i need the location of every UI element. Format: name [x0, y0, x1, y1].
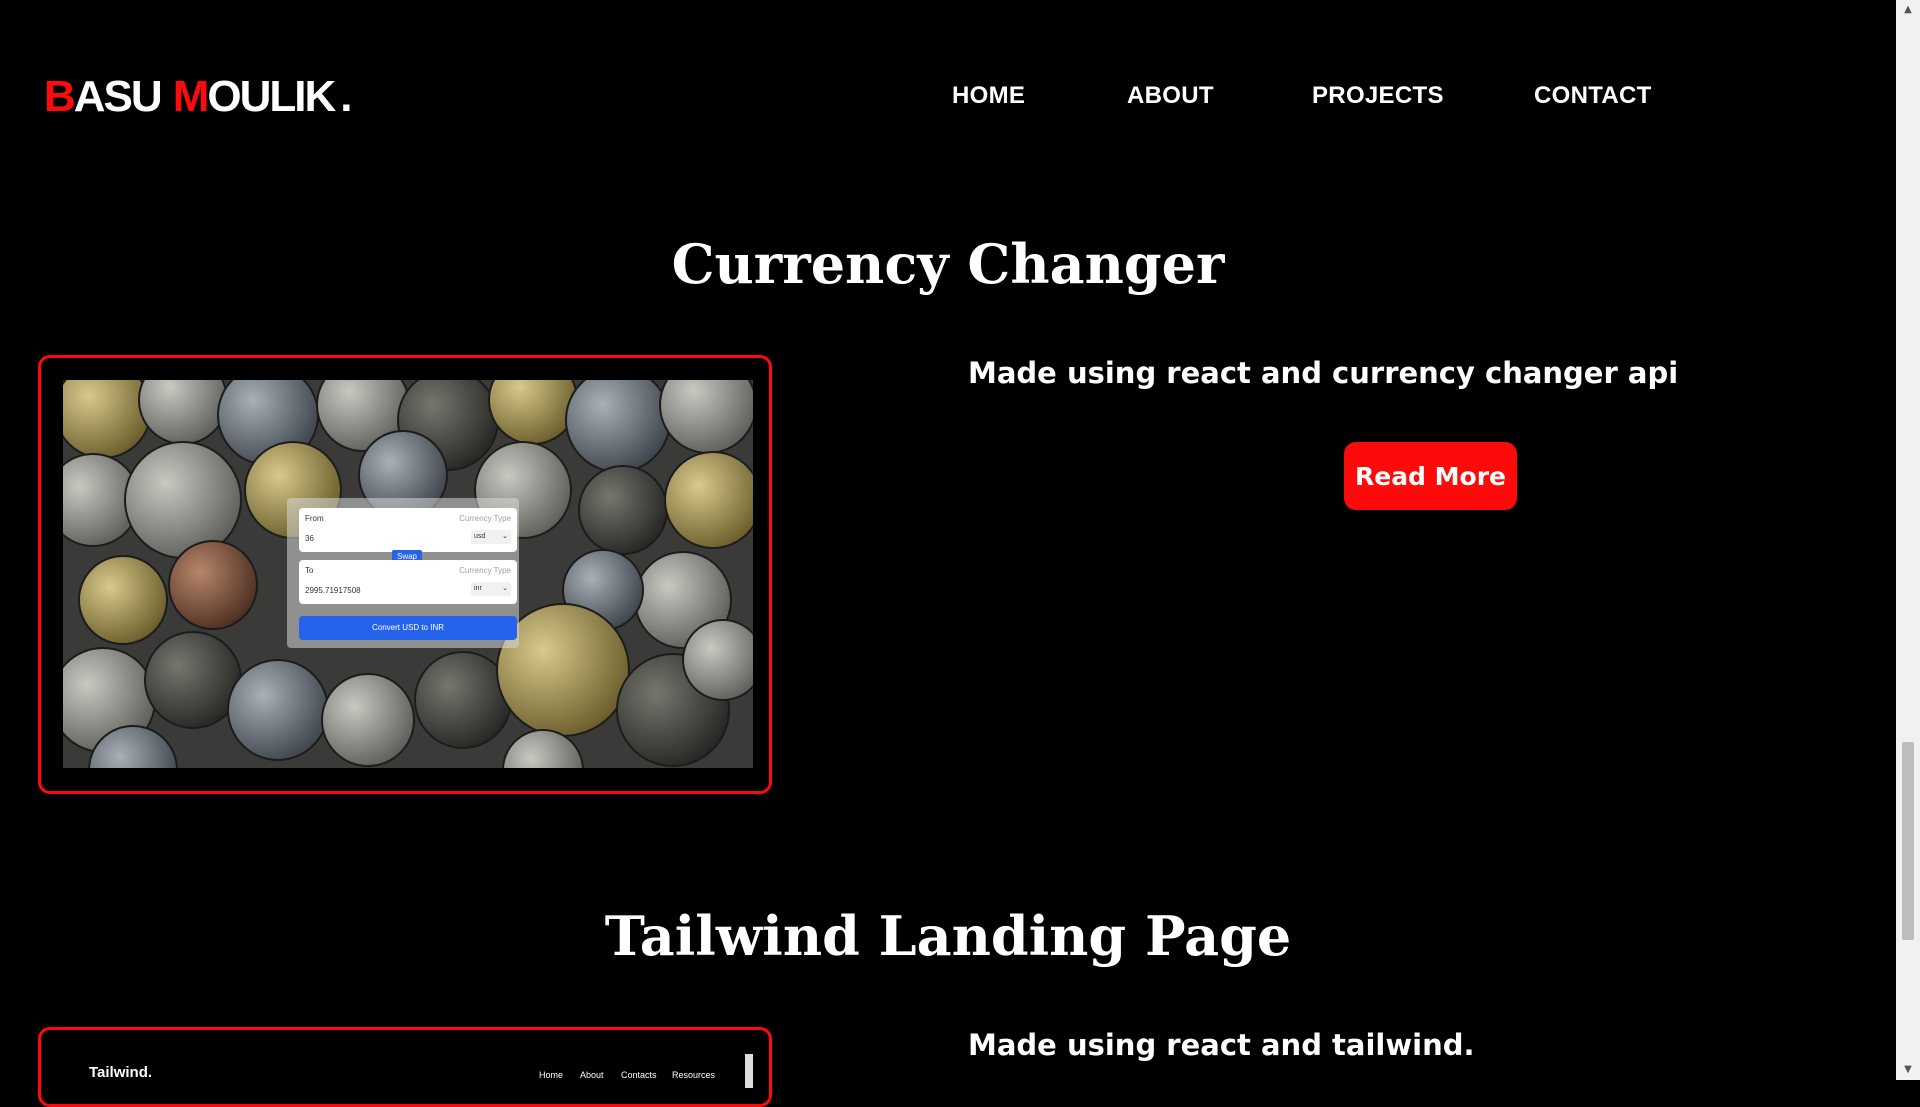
chevron-down-icon: ⌄ [502, 533, 508, 540]
chevron-down-icon: ⌄ [502, 585, 508, 592]
preview-nav-contacts: Contacts [621, 1070, 657, 1080]
from-box: From Currency Type 36 usd ⌄ [299, 508, 517, 552]
preview-nav-resources: Resources [672, 1070, 716, 1080]
project-description: Made using react and currency changer ap… [968, 356, 1679, 390]
to-amount-field[interactable]: 2995.71917508 [305, 586, 361, 595]
preview-scrollbar [745, 1054, 753, 1088]
project-screenshot[interactable]: From Currency Type 36 usd ⌄ Swap To Curr… [63, 380, 753, 768]
to-currency-select[interactable]: inr ⌄ [471, 582, 511, 596]
from-currency-select[interactable]: usd ⌄ [471, 530, 511, 544]
to-currency-type-label: Currency Type [459, 566, 511, 575]
to-label: To [305, 566, 314, 575]
preview-brand: Tailwind. [89, 1064, 153, 1081]
from-currency-value: usd [474, 533, 486, 540]
scroll-up-arrow-icon[interactable]: ▲ [1896, 0, 1920, 20]
preview-nav-about: About [580, 1070, 604, 1080]
project-screenshot[interactable]: Tailwind. Home About Contacts Resources [63, 1048, 753, 1088]
scrollbar-thumb[interactable] [1902, 742, 1914, 940]
from-currency-type-label: Currency Type [459, 514, 511, 523]
project-description: Made using react and tailwind. [968, 1028, 1475, 1062]
nav-projects[interactable]: PROJECTS [1312, 82, 1444, 110]
main-nav: HOME ABOUT PROJECTS CONTACT [0, 82, 1920, 112]
page-scrollbar[interactable]: ▲ ▼ [1896, 0, 1920, 1080]
from-label: From [305, 514, 324, 523]
nav-about[interactable]: ABOUT [1127, 82, 1214, 110]
from-amount-input[interactable]: 36 [305, 534, 314, 543]
currency-converter-card: From Currency Type 36 usd ⌄ Swap To Curr… [287, 498, 519, 648]
convert-button[interactable]: Convert USD to INR [299, 616, 517, 640]
read-more-button[interactable]: Read More [1344, 442, 1517, 510]
to-box: To Currency Type 2995.71917508 inr ⌄ [299, 560, 517, 604]
project-title: Tailwind Landing Page [604, 904, 1292, 968]
preview-nav-home: Home [539, 1070, 564, 1080]
nav-contact[interactable]: CONTACT [1534, 82, 1652, 110]
to-currency-value: inr [474, 585, 482, 592]
scroll-down-arrow-icon[interactable]: ▼ [1896, 1060, 1920, 1080]
nav-home[interactable]: HOME [952, 82, 1025, 110]
project-title: Currency Changer [671, 232, 1225, 296]
